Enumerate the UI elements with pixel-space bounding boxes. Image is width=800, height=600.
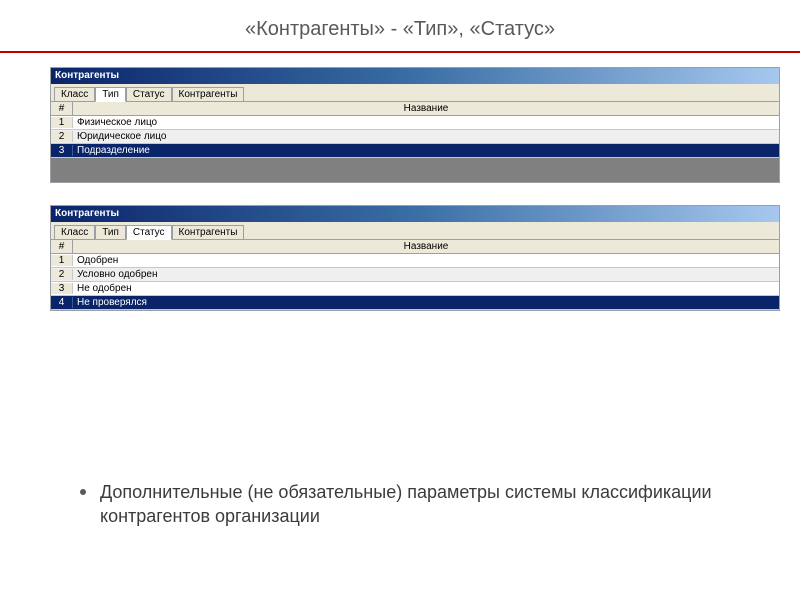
window-title: Контрагенты xyxy=(51,206,779,222)
row-name: Юридическое лицо xyxy=(73,131,779,142)
tab-class[interactable]: Класс xyxy=(54,225,95,239)
table-row[interactable]: 3 Не одобрен xyxy=(51,282,779,296)
bullet-text: Дополнительные (не обязательные) парамет… xyxy=(100,480,730,529)
col-header-number: # xyxy=(51,102,73,115)
table-row[interactable]: 2 Условно одобрен xyxy=(51,268,779,282)
bullet-icon xyxy=(80,489,86,495)
row-name: Условно одобрен xyxy=(73,269,779,280)
row-number: 4 xyxy=(51,297,73,308)
tab-type[interactable]: Тип xyxy=(95,225,126,239)
row-number: 2 xyxy=(51,131,73,142)
contractors-panel-status: Контрагенты Класс Тип Статус Контрагенты… xyxy=(50,205,780,311)
contractors-panel-type: Контрагенты Класс Тип Статус Контрагенты… xyxy=(50,67,780,183)
grid-header: # Название xyxy=(51,240,779,254)
row-number: 2 xyxy=(51,269,73,280)
tab-strip: Класс Тип Статус Контрагенты xyxy=(51,222,779,240)
table-row[interactable]: 4 Не проверялся xyxy=(51,296,779,310)
tab-contractors[interactable]: Контрагенты xyxy=(172,87,245,101)
tab-status[interactable]: Статус xyxy=(126,87,172,101)
grid-header: # Название xyxy=(51,102,779,116)
table-row[interactable]: 2 Юридическое лицо xyxy=(51,130,779,144)
table-row[interactable]: 1 Одобрен xyxy=(51,254,779,268)
grid-empty-area xyxy=(51,158,779,182)
grid-body: 1 Физическое лицо 2 Юридическое лицо 3 П… xyxy=(51,116,779,158)
row-name: Подразделение xyxy=(73,145,779,156)
window-title: Контрагенты xyxy=(51,68,779,84)
row-number: 3 xyxy=(51,145,73,156)
table-row[interactable]: 1 Физическое лицо xyxy=(51,116,779,130)
row-name: Одобрен xyxy=(73,255,779,266)
grid-body: 1 Одобрен 2 Условно одобрен 3 Не одобрен… xyxy=(51,254,779,310)
row-number: 1 xyxy=(51,117,73,128)
tab-status[interactable]: Статус xyxy=(126,225,172,240)
row-number: 1 xyxy=(51,255,73,266)
row-name: Не проверялся xyxy=(73,297,779,308)
row-name: Физическое лицо xyxy=(73,117,779,128)
tab-strip: Класс Тип Статус Контрагенты xyxy=(51,84,779,102)
col-header-name: Название xyxy=(73,102,779,115)
bullet-item: Дополнительные (не обязательные) парамет… xyxy=(80,480,730,529)
tab-contractors[interactable]: Контрагенты xyxy=(172,225,245,239)
col-header-number: # xyxy=(51,240,73,253)
table-row[interactable]: 3 Подразделение xyxy=(51,144,779,158)
col-header-name: Название xyxy=(73,240,779,253)
tab-type[interactable]: Тип xyxy=(95,87,126,102)
row-number: 3 xyxy=(51,283,73,294)
tab-class[interactable]: Класс xyxy=(54,87,95,101)
row-name: Не одобрен xyxy=(73,283,779,294)
slide-title: «Контрагенты» - «Тип», «Статус» xyxy=(0,0,800,51)
bullet-list: Дополнительные (не обязательные) парамет… xyxy=(80,480,730,529)
